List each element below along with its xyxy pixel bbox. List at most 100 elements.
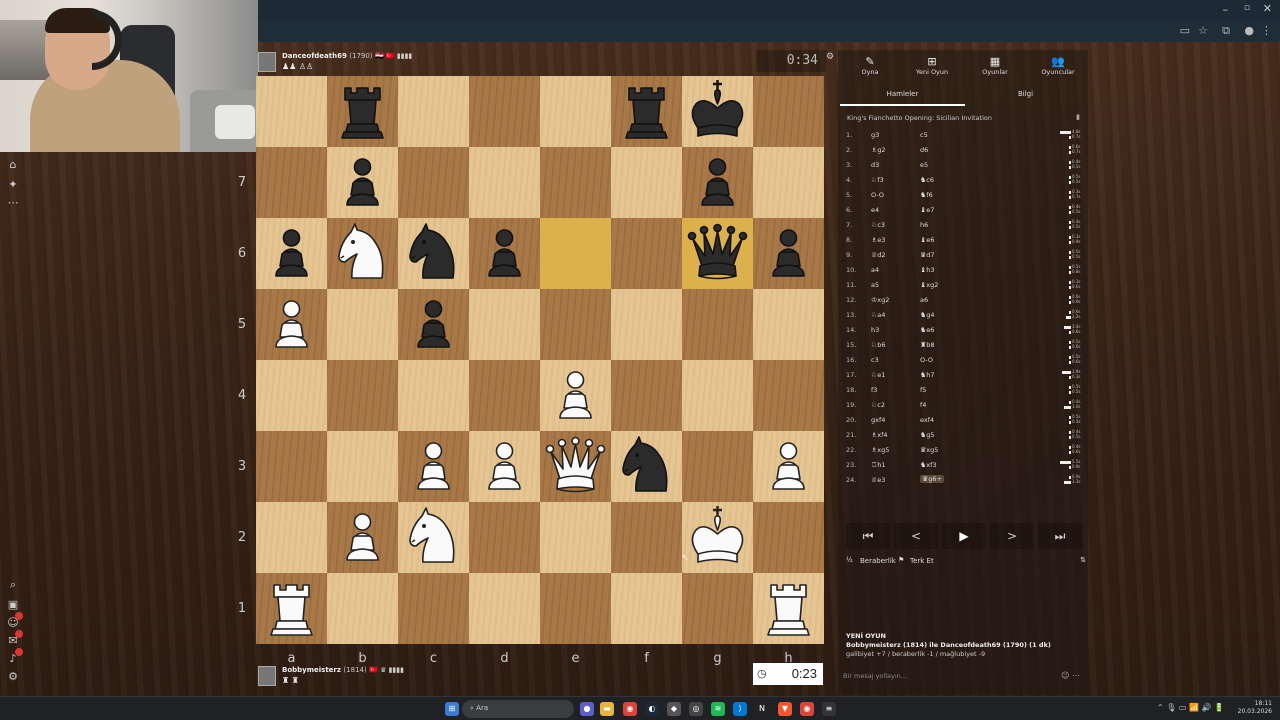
- taskbar-search[interactable]: ⌕ Ara: [462, 700, 574, 718]
- square-f4[interactable]: [611, 360, 682, 431]
- white-move[interactable]: ♘c3: [871, 221, 885, 229]
- black-move[interactable]: h6: [920, 221, 928, 229]
- start-menu-icon[interactable]: ⊞: [445, 702, 459, 716]
- spotify-icon[interactable]: ≋: [711, 702, 725, 716]
- square-b1[interactable]: [327, 573, 398, 644]
- file-explorer-icon[interactable]: ▬: [600, 702, 614, 716]
- square-d8[interactable]: [469, 76, 540, 147]
- black-move[interactable]: ♞f6: [920, 191, 933, 199]
- black-move[interactable]: ♜b8: [920, 341, 935, 349]
- square-g4[interactable]: [682, 360, 753, 431]
- square-f6[interactable]: [611, 218, 682, 289]
- chrome-icon[interactable]: ◉: [623, 702, 637, 716]
- black-move[interactable]: ♝h3: [920, 266, 935, 274]
- white-move[interactable]: ♘f3: [871, 176, 884, 184]
- notifications-icon[interactable]: ♪: [6, 648, 23, 666]
- player-name[interactable]: Bobbymeisterz (1814) 🇹🇷 ♛ ▮▮▮▮: [282, 666, 404, 674]
- square-h2[interactable]: [753, 502, 824, 573]
- emoji-icon[interactable]: ☺: [1061, 671, 1069, 680]
- current-move[interactable]: ♛g6+: [920, 475, 944, 483]
- home-icon[interactable]: ⌂: [6, 158, 20, 172]
- white-rook-h1[interactable]: [753, 573, 824, 644]
- square-f7[interactable]: [611, 147, 682, 218]
- square-b4[interactable]: [327, 360, 398, 431]
- white-move[interactable]: ♗e3: [871, 236, 885, 244]
- white-move[interactable]: a4: [871, 266, 879, 274]
- next-move-button[interactable]: >: [990, 523, 1034, 549]
- square-d4[interactable]: [469, 360, 540, 431]
- black-move[interactable]: ♞c6: [920, 176, 934, 184]
- black-rook-b8[interactable]: [327, 76, 398, 147]
- player-avatar[interactable]: [258, 666, 276, 686]
- close-button[interactable]: ✕: [1263, 2, 1272, 15]
- book-icon[interactable]: ▮: [1076, 113, 1080, 121]
- friends-icon[interactable]: ☺: [6, 612, 23, 630]
- opponent-username[interactable]: Danceofdeath69: [282, 52, 347, 60]
- white-knight-c2[interactable]: [398, 502, 469, 573]
- white-pawn-a5[interactable]: [256, 289, 327, 360]
- nav-games[interactable]: ▦ Oyunlar: [965, 55, 1025, 76]
- black-move[interactable]: ♛xg5: [920, 446, 938, 454]
- black-move[interactable]: f5: [920, 386, 926, 394]
- black-move[interactable]: ♛d7: [920, 251, 935, 259]
- black-queen-g6[interactable]: [682, 218, 753, 289]
- black-move[interactable]: ♞xf3: [920, 461, 937, 469]
- board-settings-icon[interactable]: ⚙: [826, 52, 834, 62]
- player-username[interactable]: Bobbymeisterz: [282, 666, 341, 674]
- square-h5[interactable]: [753, 289, 824, 360]
- square-c7[interactable]: [398, 147, 469, 218]
- square-c1[interactable]: [398, 573, 469, 644]
- square-a4[interactable]: [256, 360, 327, 431]
- notion-icon[interactable]: N: [755, 702, 769, 716]
- square-h7[interactable]: [753, 147, 824, 218]
- nav-play[interactable]: ✎ Oyna: [840, 55, 900, 76]
- black-move[interactable]: ♝e6: [920, 236, 934, 244]
- square-d2[interactable]: [469, 502, 540, 573]
- app-icon[interactable]: ◆: [667, 702, 681, 716]
- square-e1[interactable]: [540, 573, 611, 644]
- white-move[interactable]: ♕e3: [871, 476, 885, 484]
- system-tray[interactable]: ⌃ 🎙 ▭ 📶 🔊 🔋: [1157, 703, 1224, 712]
- profile-avatar[interactable]: ●: [1244, 24, 1254, 37]
- square-b3[interactable]: [327, 431, 398, 502]
- black-move[interactable]: f4: [920, 401, 926, 409]
- black-pawn-g7[interactable]: [682, 147, 753, 218]
- square-g3[interactable]: [682, 431, 753, 502]
- opponent-avatar[interactable]: [258, 52, 276, 72]
- tab-info[interactable]: Bilgi: [963, 90, 1088, 98]
- browser-menu-icon[interactable]: ⋮: [1261, 24, 1272, 37]
- white-move[interactable]: c3: [871, 356, 879, 364]
- square-g1[interactable]: [682, 573, 753, 644]
- chat-input[interactable]: Bir mesaj yollayın...: [843, 672, 907, 680]
- white-pawn-h3[interactable]: [753, 431, 824, 502]
- black-move[interactable]: c5: [920, 131, 928, 139]
- white-queen-e3[interactable]: [540, 431, 611, 502]
- draw-button[interactable]: Beraberlik: [860, 557, 896, 565]
- white-move[interactable]: a5: [871, 281, 879, 289]
- messages-icon[interactable]: ✉: [6, 630, 23, 648]
- white-move[interactable]: e4: [871, 206, 879, 214]
- black-move[interactable]: e5: [920, 161, 928, 169]
- white-move[interactable]: ♖h1: [871, 461, 886, 469]
- white-move[interactable]: g3: [871, 131, 879, 139]
- chrome-active-icon[interactable]: ◉: [800, 702, 814, 716]
- clock-tray[interactable]: 18:11 20.03.2026: [1238, 700, 1272, 716]
- white-move[interactable]: ♔xg2: [871, 296, 889, 304]
- first-move-button[interactable]: ⏮: [846, 523, 890, 549]
- white-move[interactable]: ♗xf4: [871, 431, 888, 439]
- flip-board-icon[interactable]: ⇅: [1080, 556, 1086, 564]
- puzzle-icon[interactable]: ✦: [6, 178, 20, 192]
- settings-gear-icon[interactable]: ⚙: [6, 670, 20, 684]
- black-knight-f3[interactable]: [611, 431, 682, 502]
- white-pawn-c3[interactable]: [398, 431, 469, 502]
- black-pawn-h6[interactable]: [753, 218, 824, 289]
- search-icon[interactable]: ⌕: [6, 578, 20, 592]
- white-move[interactable]: ♘a4: [871, 311, 885, 319]
- white-move[interactable]: O-O: [871, 191, 884, 199]
- restore-button[interactable]: ▫: [1244, 3, 1250, 13]
- black-move[interactable]: ♞g5: [920, 431, 935, 439]
- black-pawn-a6[interactable]: [256, 218, 327, 289]
- black-move[interactable]: ♝xg2: [920, 281, 938, 289]
- bookmark-star-icon[interactable]: ☆: [1198, 24, 1208, 37]
- square-f5[interactable]: [611, 289, 682, 360]
